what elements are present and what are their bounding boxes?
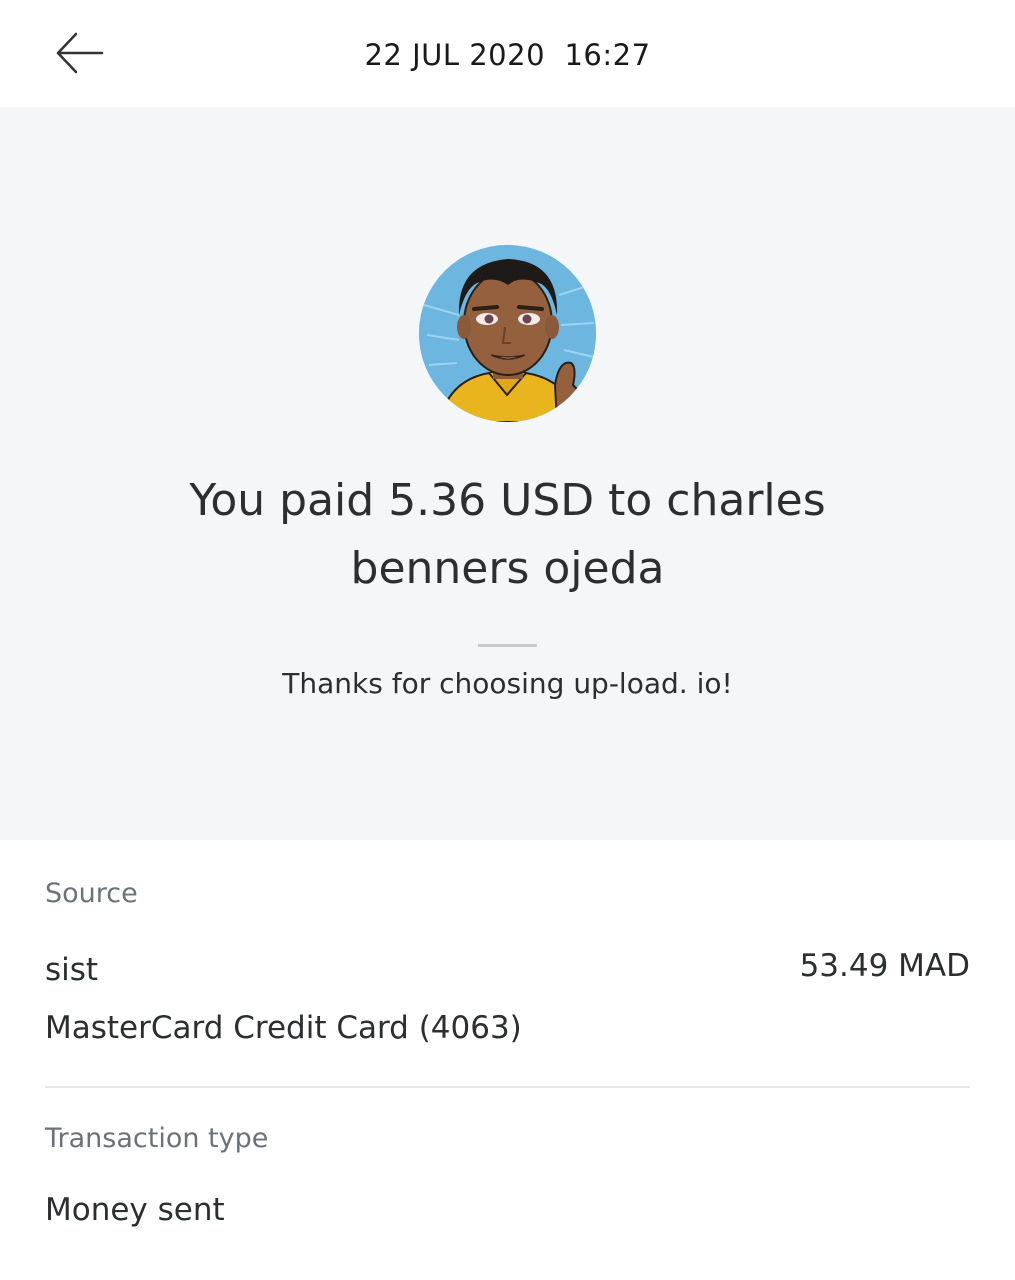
transaction-details: Source sist 53.49 MAD MasterCard Credit … (0, 840, 1015, 1280)
payment-summary: You paid 5.36 USD to charles benners oje… (0, 107, 1015, 840)
cartoon-avatar-image (419, 245, 596, 422)
divider (45, 1086, 970, 1088)
source-card: MasterCard Credit Card (4063) (45, 1010, 522, 1046)
source-label: Source (45, 878, 138, 909)
transaction-datetime: 22 JUL 2020 16:27 (364, 38, 651, 72)
transaction-type-value: Money sent (45, 1192, 225, 1228)
source-name: sist (45, 952, 99, 988)
top-bar: 22 JUL 2020 16:27 (0, 0, 1015, 107)
thank-you-message: Thanks for choosing up-load. io! (282, 667, 733, 700)
source-amount: 53.49 MAD (799, 948, 970, 984)
divider (478, 644, 537, 647)
payment-headline: You paid 5.36 USD to charles benners oje… (189, 475, 826, 594)
transaction-type-label: Transaction type (45, 1123, 269, 1154)
avatar (419, 245, 596, 422)
